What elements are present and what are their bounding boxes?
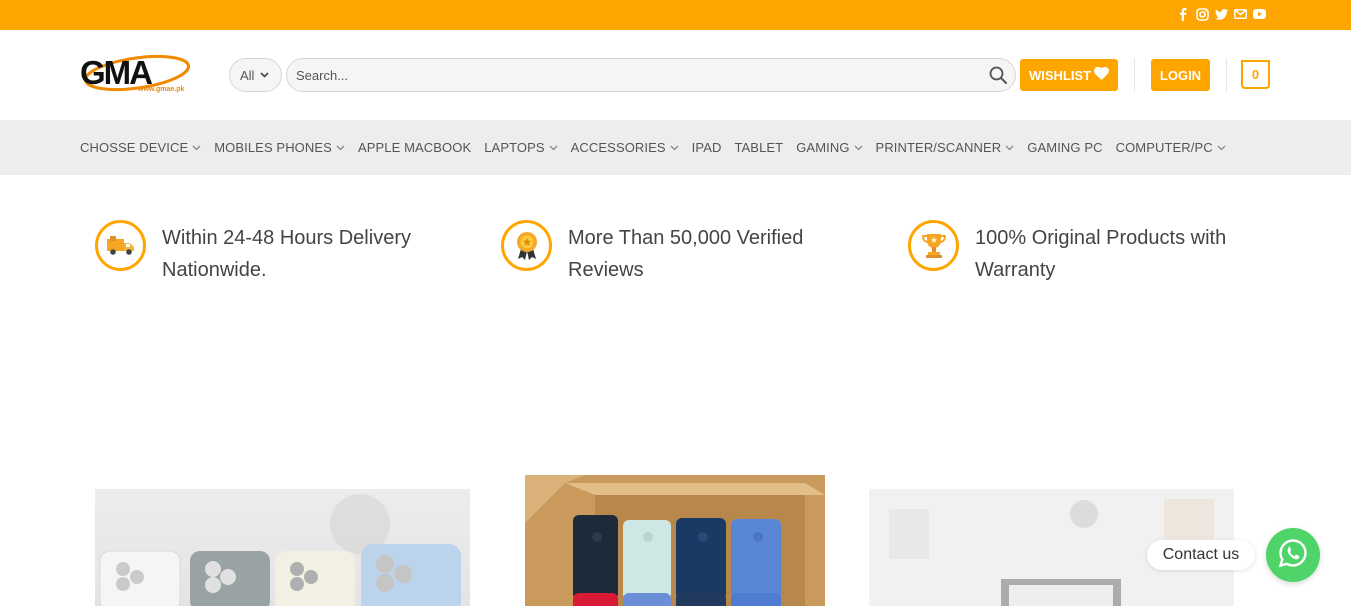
feature-text: Within 24-48 Hours Delivery Nationwide.	[162, 222, 411, 286]
wishlist-button[interactable]: WISHLIST	[1020, 59, 1118, 91]
cart-button[interactable]: 0	[1241, 60, 1270, 89]
nav-item-ipad[interactable]: IPAD	[692, 140, 722, 155]
main-nav: CHOSSE DEVICE MOBILES PHONES APPLE MACBOOK…	[0, 120, 1351, 175]
search-icon[interactable]	[989, 66, 1007, 84]
instagram-icon[interactable]	[1195, 7, 1209, 21]
nav-item-label: TABLET	[734, 140, 784, 155]
chevron-down-icon	[336, 143, 345, 153]
trophy-icon	[908, 220, 959, 271]
nav-item-label: COMPUTER/PC	[1115, 140, 1213, 155]
nav-item-accessories[interactable]: ACCESSORIES	[571, 140, 679, 155]
nav-item-label: GAMING	[796, 140, 850, 155]
nav-item-label: PRINTER/SCANNER	[875, 140, 1002, 155]
nav-item-label: IPAD	[691, 140, 722, 155]
whatsapp-button[interactable]	[1266, 528, 1320, 582]
feature-line: Nationwide.	[162, 259, 267, 281]
nav-item-computer-pc[interactable]: COMPUTER/PC	[1116, 140, 1226, 155]
nav-item-label: CHOSSE DEVICE	[80, 140, 189, 155]
login-label: LOGIN	[1159, 67, 1202, 83]
divider	[1226, 58, 1227, 92]
divider	[1134, 58, 1135, 92]
search-box	[286, 58, 1016, 92]
nav-item-label: GAMING PC	[1027, 140, 1103, 155]
nav-item-mobiles-phones[interactable]: MOBILES PHONES	[214, 140, 345, 155]
nav-item-label: ACCESSORIES	[570, 140, 666, 155]
feature-original: 100% Original Products with Warranty	[908, 220, 1226, 286]
feature-line: Reviews	[568, 259, 644, 281]
login-button[interactable]: LOGIN	[1151, 59, 1210, 91]
chevron-down-icon	[1217, 143, 1226, 153]
wishlist-label: WISHLIST	[1028, 67, 1092, 83]
product-image-iphones[interactable]	[95, 489, 470, 606]
whatsapp-icon	[1278, 538, 1308, 573]
feature-line: Within 24-48 Hours Delivery	[162, 227, 411, 249]
search-input[interactable]	[296, 59, 976, 91]
feature-line: More Than 50,000 Verified	[568, 227, 804, 249]
chevron-down-icon	[192, 143, 201, 153]
top-bar	[0, 0, 1351, 30]
email-icon[interactable]	[1233, 7, 1247, 21]
category-select[interactable]: All	[229, 58, 282, 92]
chevron-down-icon	[549, 143, 558, 153]
nav-item-label: LAPTOPS	[484, 140, 545, 155]
feature-line: 100% Original Products with	[975, 227, 1227, 249]
chevron-down-icon	[854, 143, 863, 153]
award-medal-icon	[501, 220, 552, 271]
feature-text: More Than 50,000 Verified Reviews	[568, 222, 803, 286]
youtube-icon[interactable]	[1252, 7, 1266, 21]
nav-item-tablet[interactable]: TABLET	[734, 140, 783, 155]
category-select-value: All	[240, 67, 255, 83]
heart-icon	[1094, 66, 1109, 83]
feature-text: 100% Original Products with Warranty	[975, 222, 1226, 286]
nav-item-printer-scanner[interactable]: PRINTER/SCANNER	[876, 140, 1015, 155]
nav-item-label: APPLE MACBOOK	[357, 140, 472, 155]
facebook-icon[interactable]	[1176, 7, 1190, 21]
chevron-down-icon	[1005, 143, 1014, 153]
delivery-truck-icon	[95, 220, 146, 271]
nav-items: CHOSSE DEVICE MOBILES PHONES APPLE MACBOOK…	[80, 120, 1239, 175]
feature-reviews: More Than 50,000 Verified Reviews	[501, 220, 803, 286]
nav-item-label: MOBILES PHONES	[214, 140, 332, 155]
feature-delivery: Within 24-48 Hours Delivery Nationwide.	[95, 220, 411, 286]
nav-item-gaming[interactable]: GAMING	[796, 140, 863, 155]
site-header: GMA www.gmae.pk All WISHLIST LOGIN 0	[0, 30, 1351, 120]
nav-item-apple-macbook[interactable]: APPLE MACBOOK	[358, 140, 471, 155]
nav-item-chosse-device[interactable]: CHOSSE DEVICE	[80, 140, 201, 155]
product-image-iphone-box[interactable]	[525, 475, 825, 606]
contact-us-text: Contact us	[1162, 546, 1240, 563]
nav-item-laptops[interactable]: LAPTOPS	[484, 140, 558, 155]
nav-item-gaming-pc[interactable]: GAMING PC	[1027, 140, 1102, 155]
feature-line: Warranty	[975, 259, 1056, 281]
chevron-down-icon	[670, 143, 679, 153]
twitter-icon[interactable]	[1214, 7, 1228, 21]
social-links	[1176, 7, 1266, 21]
cart-count: 0	[1251, 67, 1260, 82]
contact-us-label[interactable]: Contact us	[1147, 540, 1255, 570]
logo-url-text: www.gmae.pk	[137, 86, 185, 93]
chevron-down-icon	[260, 70, 270, 81]
gma-logo[interactable]: GMA www.gmae.pk	[80, 44, 198, 100]
